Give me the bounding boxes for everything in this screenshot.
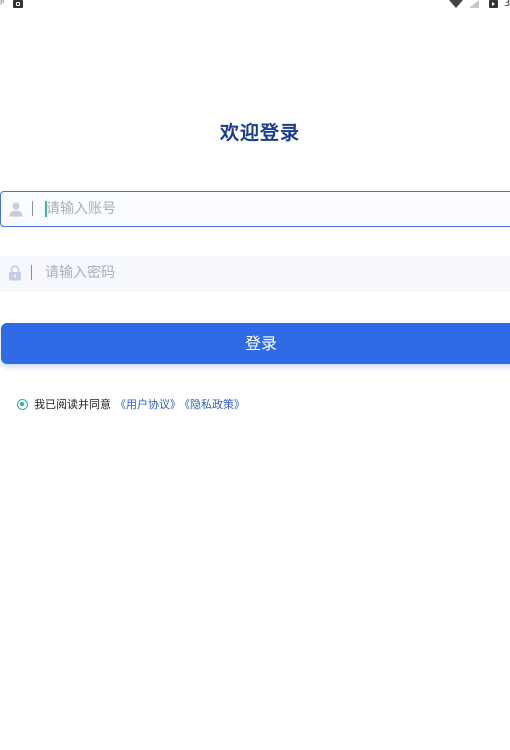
agreement-text: 我已阅读并同意 — [34, 398, 111, 411]
privacy-policy-link[interactable]: 《隐私政策》 — [179, 398, 245, 412]
status-bar: P 3 — [0, 0, 510, 10]
login-button[interactable]: 登录 — [1, 323, 510, 364]
password-input[interactable] — [45, 256, 445, 290]
battery-icon — [489, 0, 498, 8]
status-time: 3 — [504, 0, 510, 9]
password-field[interactable] — [0, 256, 510, 292]
account-field[interactable] — [0, 191, 510, 227]
page-title: 欢迎登录 — [219, 122, 300, 144]
lock-icon — [9, 265, 21, 281]
status-left-glyph: P — [0, 0, 5, 7]
notification-icon — [13, 0, 23, 8]
wifi-icon — [449, 0, 463, 8]
agreement-radio[interactable] — [17, 399, 28, 410]
password-divider — [31, 265, 32, 280]
account-input[interactable] — [46, 192, 446, 226]
account-divider — [32, 201, 33, 216]
signal-icon — [469, 0, 479, 8]
user-agreement-link[interactable]: 《用户协议》 — [115, 398, 181, 412]
user-icon — [9, 202, 23, 217]
